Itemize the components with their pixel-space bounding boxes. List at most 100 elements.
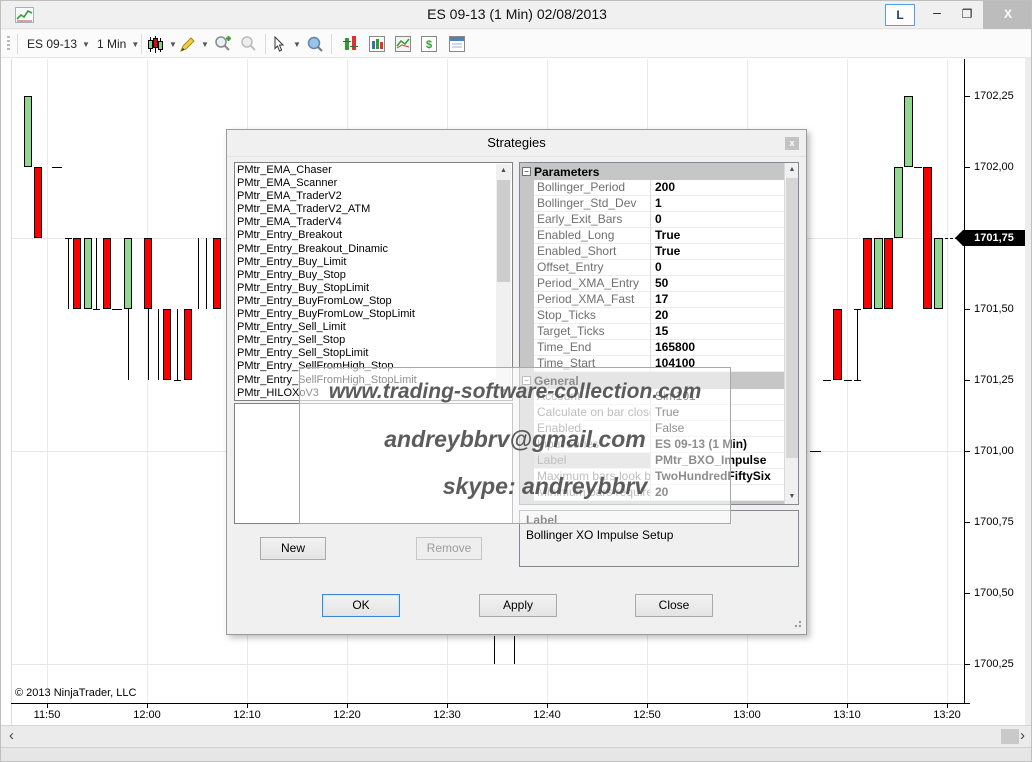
instrument-dropdown[interactable]: ES 09-13▼: [27, 32, 90, 56]
property-label[interactable]: Enabled_Long: [534, 228, 651, 244]
strategy-list-item[interactable]: PMtr_EMA_TraderV4: [237, 216, 511, 229]
property-row[interactable]: Enabled_ShortTrue: [520, 244, 798, 260]
property-value[interactable]: 20: [651, 308, 798, 324]
time-axis[interactable]: [11, 703, 970, 704]
property-label[interactable]: Period_XMA_Fast: [534, 292, 651, 308]
collapse-icon[interactable]: −: [522, 167, 531, 176]
grid-scrollbar[interactable]: ▲ ▼: [784, 163, 798, 504]
property-value[interactable]: 0: [651, 260, 798, 276]
new-button[interactable]: New: [260, 537, 326, 560]
chart-panel-button[interactable]: [365, 32, 389, 56]
strategy-list-item[interactable]: PMtr_Entry_Sell_Stop: [237, 334, 511, 347]
time-tick-label: 12:10: [225, 709, 269, 721]
strategy-list-item[interactable]: PMtr_Entry_Sell_StopLimit: [237, 347, 511, 360]
candlestick-style-button[interactable]: ▼: [147, 32, 177, 56]
account-performance-button[interactable]: $: [417, 32, 441, 56]
apply-button[interactable]: Apply: [479, 594, 557, 617]
strategy-list-item[interactable]: PMtr_Entry_Buy_Limit: [237, 256, 511, 269]
property-label[interactable]: Enabled_Short: [534, 244, 651, 260]
scroll-left-icon[interactable]: ‹: [9, 727, 14, 744]
property-label[interactable]: Stop_Ticks: [534, 308, 651, 324]
horizontal-scrollbar[interactable]: ‹ ›: [1, 725, 1032, 747]
strategy-list-item[interactable]: PMtr_EMA_TraderV2_ATM: [237, 203, 511, 216]
cursor-mode-button[interactable]: ▼: [271, 32, 301, 56]
dialog-close-button[interactable]: x: [785, 137, 799, 150]
property-row[interactable]: Stop_Ticks20: [520, 308, 798, 324]
window-bottom-edge: [1, 747, 1032, 762]
drawing-tools-button[interactable]: ▼: [179, 32, 209, 56]
property-label[interactable]: Bollinger_Std_Dev: [534, 196, 651, 212]
property-label[interactable]: Bollinger_Period: [534, 180, 651, 196]
property-value[interactable]: 165800: [651, 340, 798, 356]
ok-button[interactable]: OK: [322, 594, 400, 617]
wick-cap: [65, 238, 72, 239]
property-label[interactable]: Period_XMA_Entry: [534, 276, 651, 292]
scroll-down-icon[interactable]: ▼: [785, 490, 799, 504]
property-row[interactable]: Offset_Entry0: [520, 260, 798, 276]
property-row[interactable]: Target_Ticks15: [520, 324, 798, 340]
maximize-button[interactable]: ❐: [953, 1, 981, 29]
strategy-list-item[interactable]: PMtr_Entry_Breakout: [237, 229, 511, 242]
zoom-in-button[interactable]: [211, 32, 235, 56]
scroll-right-icon[interactable]: ›: [1020, 727, 1025, 744]
scroll-up-icon[interactable]: ▲: [496, 164, 511, 178]
property-row[interactable]: Period_XMA_Fast17: [520, 292, 798, 308]
property-row[interactable]: Bollinger_Period200: [520, 180, 798, 196]
data-box-button[interactable]: [445, 32, 469, 56]
price-axis[interactable]: [964, 59, 965, 704]
property-value[interactable]: True: [651, 228, 798, 244]
close-dialog-button[interactable]: Close: [635, 594, 713, 617]
property-row[interactable]: Period_XMA_Entry50: [520, 276, 798, 292]
property-value[interactable]: 17: [651, 292, 798, 308]
strategy-list-item[interactable]: PMtr_Entry_Buy_StopLimit: [237, 282, 511, 295]
property-row[interactable]: Time_End165800: [520, 340, 798, 356]
link-button[interactable]: L: [885, 4, 915, 26]
property-value[interactable]: True: [651, 244, 798, 260]
time-tick-label: 12:50: [625, 709, 669, 721]
watermark-overlay: www.trading-software-collection.com andr…: [299, 367, 731, 524]
strategy-list-item[interactable]: PMtr_EMA_TraderV2: [237, 190, 511, 203]
strategy-list-item[interactable]: PMtr_EMA_Scanner: [237, 177, 511, 190]
strategy-list-item[interactable]: PMtr_EMA_Chaser: [237, 164, 511, 177]
property-category-row[interactable]: −Parameters: [520, 163, 798, 180]
scrollbar-thumb[interactable]: [1001, 729, 1019, 744]
property-label[interactable]: Offset_Entry: [534, 260, 651, 276]
dialog-title-bar[interactable]: Strategies x: [227, 130, 806, 157]
property-value[interactable]: 1: [651, 196, 798, 212]
strategy-list-item[interactable]: PMtr_Entry_Buy_Stop: [237, 269, 511, 282]
property-label[interactable]: Time_End: [534, 340, 651, 356]
property-indent: [520, 212, 534, 228]
indicators-icon: [342, 35, 360, 53]
available-strategies-list[interactable]: PMtr_EMA_ChaserPMtr_EMA_ScannerPMtr_EMA_…: [234, 162, 513, 401]
strategy-list-item[interactable]: PMtr_Entry_Breakout_Dinamic: [237, 243, 511, 256]
strategy-list-item[interactable]: PMtr_Entry_Sell_Limit: [237, 321, 511, 334]
dialog-title: Strategies: [227, 130, 806, 156]
scroll-up-icon[interactable]: ▲: [785, 163, 799, 177]
property-value[interactable]: 50: [651, 276, 798, 292]
indicators-button[interactable]: [339, 32, 363, 56]
chart-regions-button[interactable]: [391, 32, 415, 56]
scrollbar-thumb[interactable]: [497, 180, 510, 282]
property-value[interactable]: 0: [651, 212, 798, 228]
minimize-button[interactable]: –: [923, 1, 951, 29]
strategy-list-item[interactable]: PMtr_Entry_BuyFromLow_StopLimit: [237, 308, 511, 321]
property-value[interactable]: 200: [651, 180, 798, 196]
data-magnifier-button[interactable]: [303, 32, 327, 56]
watermark-line: skype: andreybbrv: [300, 473, 730, 500]
property-row[interactable]: Early_Exit_Bars0: [520, 212, 798, 228]
strategy-list-item[interactable]: PMtr_Entry_BuyFromLow_Stop: [237, 295, 511, 308]
property-label[interactable]: Early_Exit_Bars: [534, 212, 651, 228]
property-row[interactable]: Bollinger_Std_Dev1: [520, 196, 798, 212]
list-scrollbar[interactable]: ▲ ▼: [496, 164, 511, 399]
close-button[interactable]: X: [983, 1, 1032, 29]
toolbar-grip-handle[interactable]: [7, 36, 10, 52]
property-row[interactable]: Enabled_LongTrue: [520, 228, 798, 244]
remove-button[interactable]: Remove: [416, 537, 482, 560]
dialog-resize-grip[interactable]: [792, 620, 801, 629]
property-indent: [520, 276, 534, 292]
property-value[interactable]: 15: [651, 324, 798, 340]
interval-dropdown[interactable]: 1 Min▼: [97, 32, 139, 56]
zoom-out-button[interactable]: [237, 32, 261, 56]
scrollbar-thumb[interactable]: [786, 178, 798, 458]
property-label[interactable]: Target_Ticks: [534, 324, 651, 340]
